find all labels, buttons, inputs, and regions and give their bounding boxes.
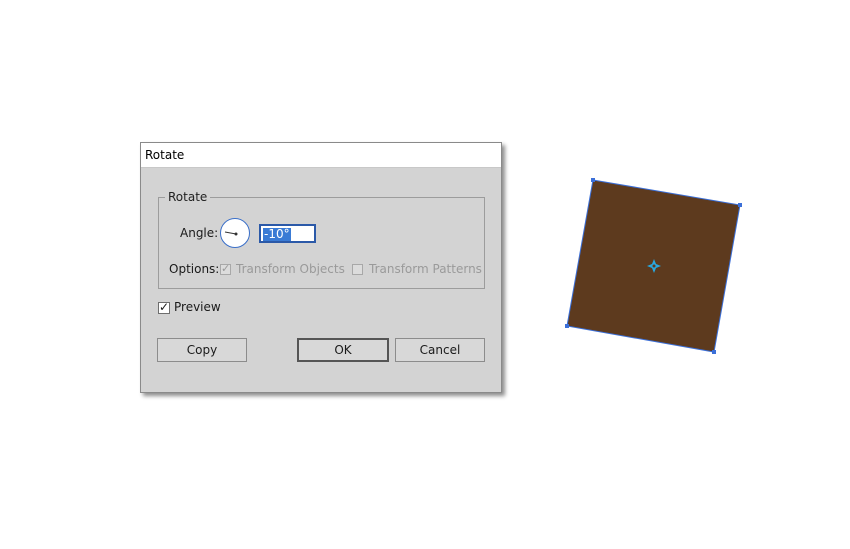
transform-objects-checkbox[interactable]: ✓ [220,262,231,275]
checkmark-icon: ✓ [159,300,170,314]
rotate-group: Rotate Angle: -10° Options: ✓ Transform … [158,190,485,289]
selection-handle-bottom-right [712,350,716,354]
selection-handle-bottom-left [565,324,569,328]
transform-objects-label: Transform Objects [236,262,345,276]
rotate-dialog: Rotate Rotate Angle: -10° Options: ✓ Tra… [140,142,502,393]
preview-checkbox[interactable]: ✓ [158,300,170,314]
cancel-button[interactable]: Cancel [395,338,485,362]
dialog-titlebar[interactable]: Rotate [141,143,501,168]
selection-handle-top-right [738,203,742,207]
ok-button[interactable]: OK [297,338,389,362]
selection-handle-top-left [591,178,595,182]
angle-label: Angle: [180,226,219,240]
rotate-group-label: Rotate [165,190,211,204]
transform-patterns-checkbox[interactable] [352,264,363,275]
angle-input-value: -10° [263,227,291,241]
options-label: Options: [169,262,220,276]
angle-dial-needle-icon [224,231,237,235]
copy-button[interactable]: Copy [157,338,247,362]
transform-patterns-label: Transform Patterns [369,262,482,276]
checkmark-icon: ✓ [221,262,231,275]
dialog-title: Rotate [145,148,185,162]
angle-dial[interactable] [220,218,250,248]
preview-label: Preview [174,300,221,314]
angle-input[interactable]: -10° [259,224,316,243]
